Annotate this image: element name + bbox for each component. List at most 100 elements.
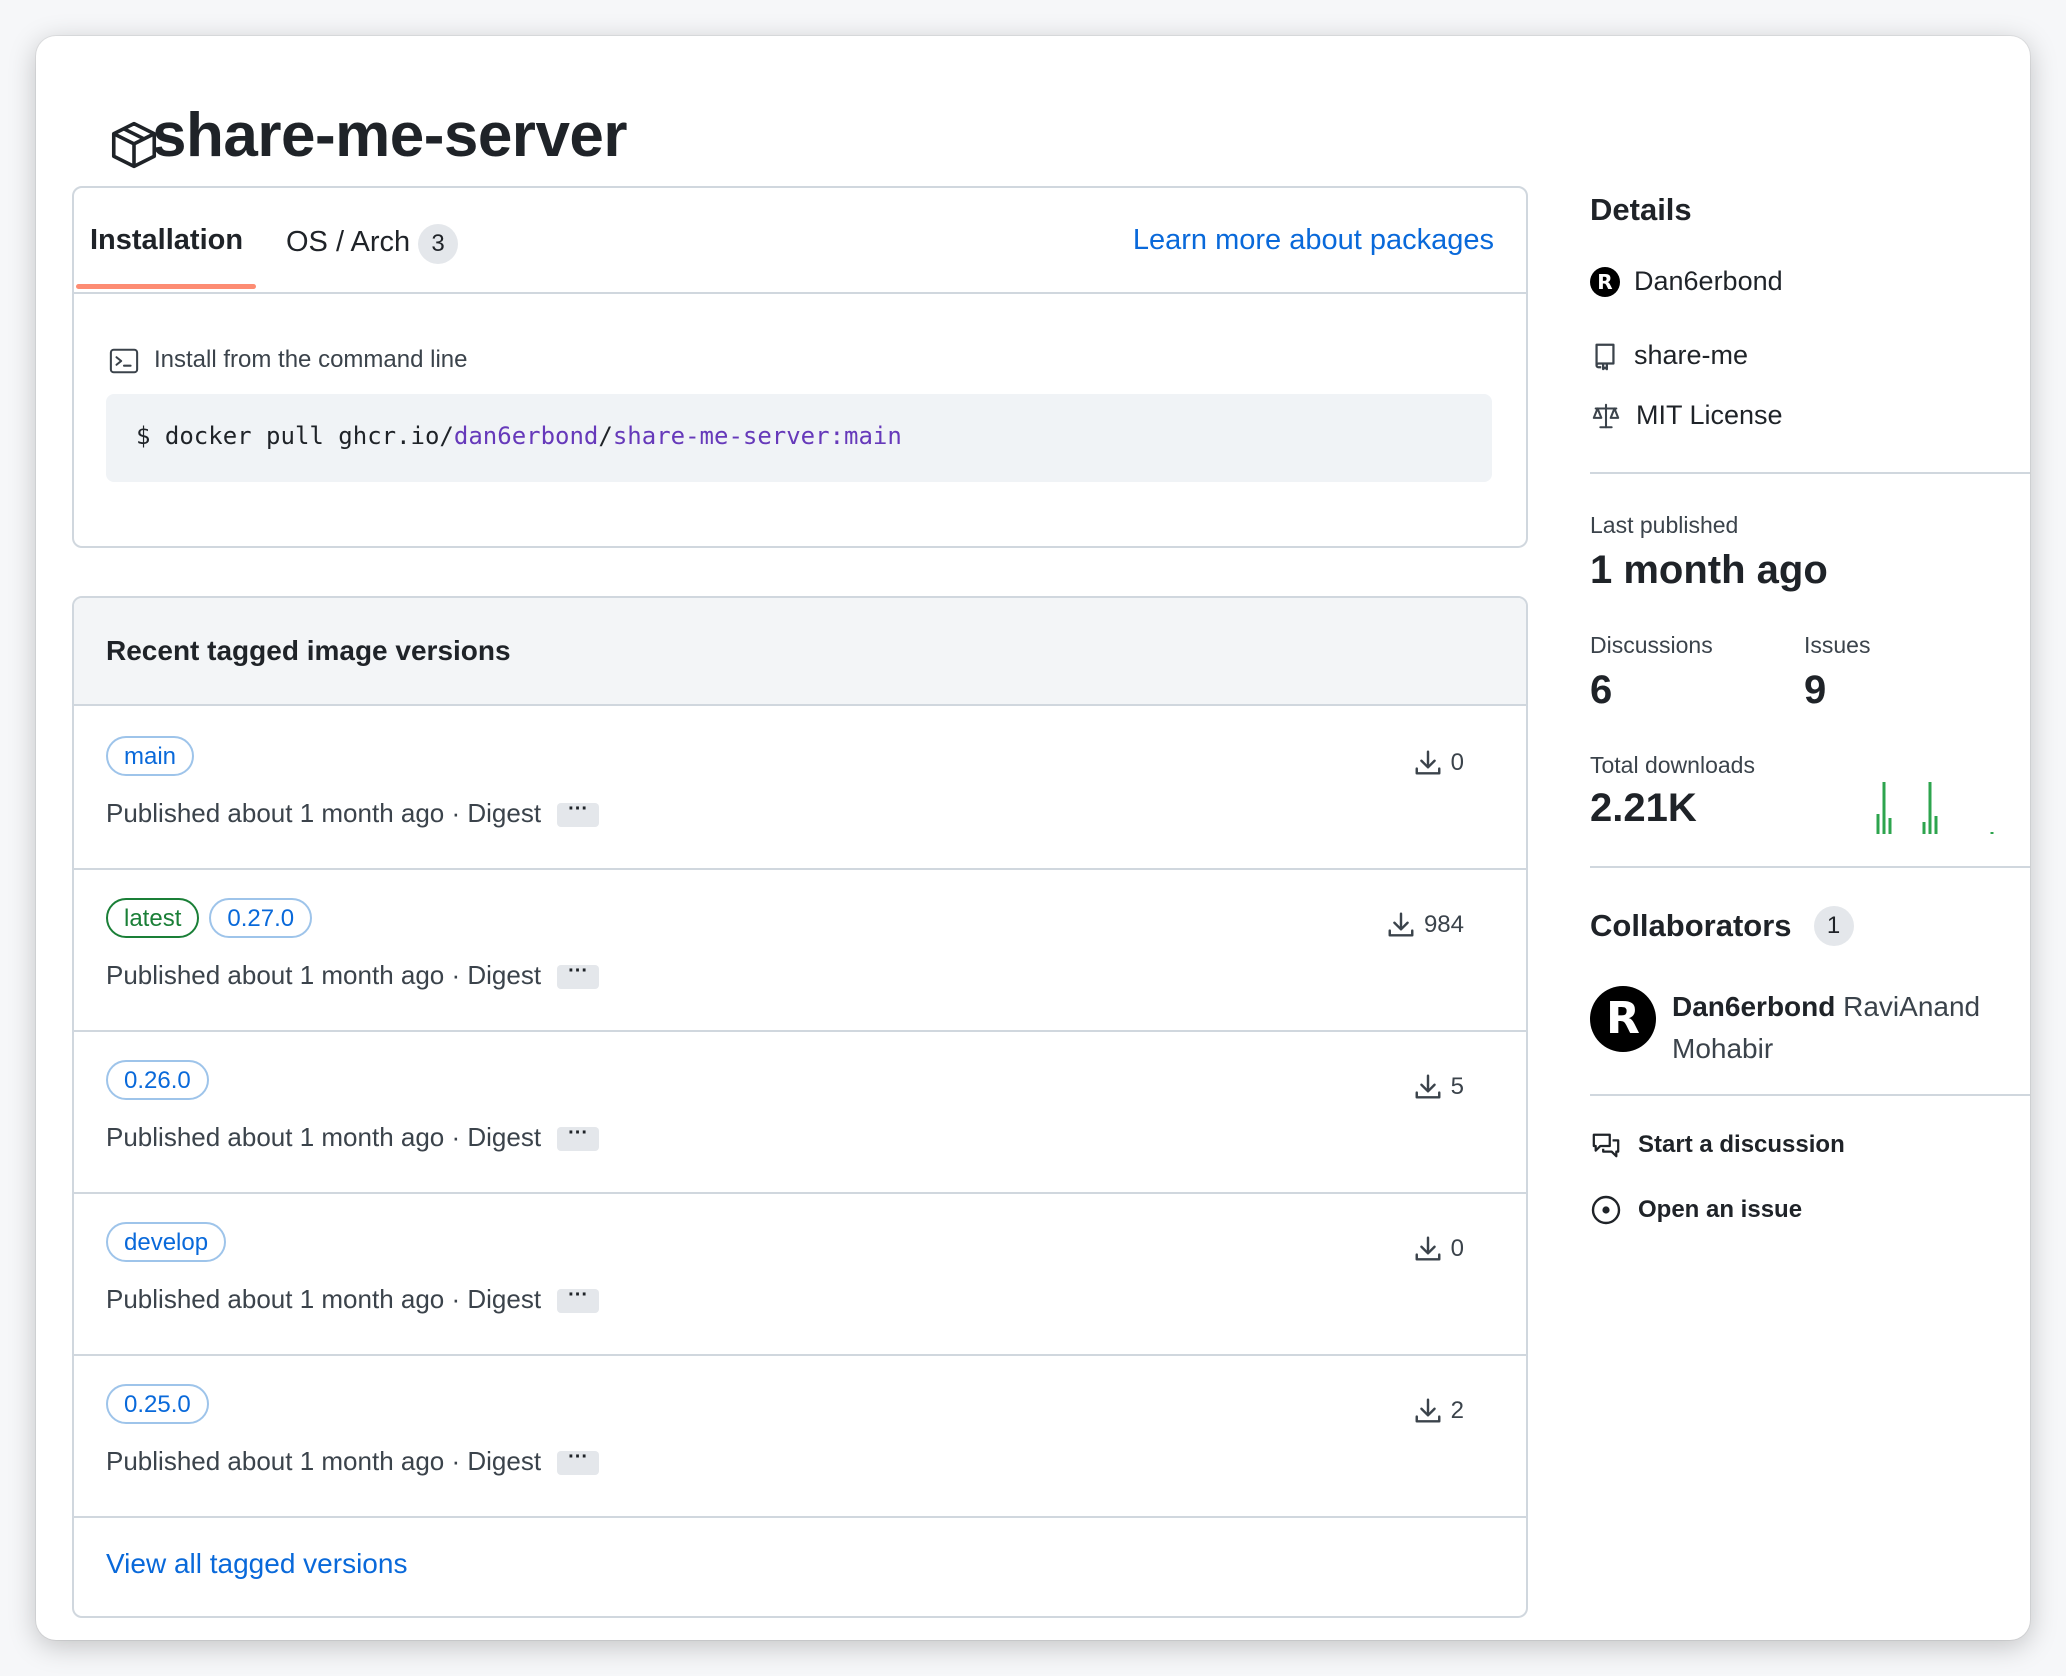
version-published-text: Published about 1 month ago · Digest [106, 960, 542, 990]
view-all-versions-link[interactable]: View all tagged versions [106, 1548, 407, 1580]
download-count: 2 [1450, 1397, 1464, 1424]
tab-active-underline [76, 284, 256, 289]
repository-link[interactable]: share-me [1590, 340, 1748, 371]
version-tags: latest 0.27.0 [106, 898, 313, 938]
comment-discussion-icon [1592, 1133, 1620, 1158]
owner-avatar: R [1590, 266, 1620, 297]
last-published-value: 1 month ago [1590, 548, 1828, 592]
version-tag[interactable]: 0.25.0 [106, 1384, 209, 1424]
collaborator-avatar: R [1590, 986, 1656, 1052]
owner-link[interactable]: R Dan6erbond [1590, 266, 1783, 297]
collaborator-username: Dan6erbond [1672, 991, 1836, 1022]
issue-opened-icon [1591, 1195, 1621, 1225]
version-row: main Published about 1 month ago · Diges… [74, 706, 1526, 870]
version-published: Published about 1 month ago · Digest ··· [106, 1446, 600, 1477]
repository-name: share-me [1634, 340, 1749, 370]
version-published: Published about 1 month ago · Digest ··· [106, 960, 600, 991]
version-published-text: Published about 1 month ago · Digest [106, 798, 542, 828]
package-page: share-me-server Installation OS / Arch 3 … [36, 36, 2030, 1640]
command-owner: dan6erbond [453, 422, 599, 450]
version-published-text: Published about 1 month ago · Digest [106, 1122, 542, 1152]
download-count: 0 [1450, 749, 1464, 776]
issues-label: Issues [1804, 632, 1871, 658]
versions-card: Recent tagged image versions main Publis… [72, 596, 1528, 1618]
details-heading: Details [1590, 192, 1692, 227]
download-count: 5 [1450, 1073, 1464, 1100]
tab-os-arch[interactable]: OS / Arch 3 [286, 224, 459, 264]
digest-expand-button[interactable]: ··· [557, 961, 600, 990]
divider [1590, 1094, 2030, 1096]
collaborator-fullname: RaviAnand [1843, 991, 1981, 1022]
version-tag[interactable]: 0.26.0 [106, 1060, 209, 1100]
total-downloads-value: 2.21K [1590, 786, 1697, 830]
downloads-sparkline [1876, 782, 1994, 834]
digest-expand-button[interactable]: ··· [557, 1285, 600, 1314]
version-published: Published about 1 month ago · Digest ··· [106, 798, 600, 829]
version-tags: develop [106, 1222, 227, 1262]
download-count: 984 [1423, 911, 1464, 938]
versions-title: Recent tagged image versions [106, 635, 511, 666]
version-row: 0.25.0 Published about 1 month ago · Dig… [74, 1354, 1526, 1518]
law-scale-icon [1592, 403, 1620, 428]
open-issue-label: Open an issue [1638, 1196, 1803, 1223]
install-command: $ docker pull ghcr.io/dan6erbond/share-m… [136, 422, 902, 450]
version-tags: 0.26.0 [106, 1060, 209, 1100]
collaborators-count: 1 [1813, 906, 1854, 946]
version-tag[interactable]: main [106, 736, 195, 776]
start-discussion-label: Start a discussion [1638, 1131, 1845, 1158]
version-downloads: 0 [1413, 1234, 1464, 1264]
download-icon [1388, 912, 1414, 937]
digest-expand-button[interactable]: ··· [557, 1447, 600, 1476]
license-name: MIT License [1636, 400, 1783, 430]
download-icon [1415, 750, 1441, 775]
version-row: latest 0.27.0 Published about 1 month ag… [74, 868, 1526, 1032]
version-tags: main [106, 736, 195, 776]
tab-installation[interactable]: Installation [90, 224, 243, 257]
command-prefix: $ docker pull ghcr.io/ [136, 422, 454, 450]
version-tag[interactable]: develop [106, 1222, 227, 1262]
divider [1590, 472, 2030, 474]
version-downloads: 984 [1386, 910, 1464, 940]
page-title: share-me-server [152, 101, 628, 170]
total-downloads-label: Total downloads [1590, 752, 1755, 778]
divider [1590, 866, 2030, 868]
collaborators-heading: Collaborators 1 [1590, 906, 1854, 946]
version-row: 0.26.0 Published about 1 month ago · Dig… [74, 1030, 1526, 1194]
install-command-box[interactable]: $ docker pull ghcr.io/dan6erbond/share-m… [106, 394, 1492, 482]
command-separator: / [598, 422, 613, 450]
collaborator-names: Dan6erbond RaviAnand Mohabir [1672, 986, 1980, 1070]
collaborator-item[interactable]: R Dan6erbond RaviAnand Mohabir [1590, 986, 1980, 1070]
issues-value[interactable]: 9 [1804, 668, 1826, 713]
install-label: Install from the command line [154, 346, 468, 373]
command-image: share-me-server:main [612, 422, 902, 450]
digest-expand-button[interactable]: ··· [557, 799, 600, 828]
digest-expand-button[interactable]: ··· [557, 1123, 600, 1152]
collaborator-fullname-continued: Mohabir [1672, 1033, 1774, 1064]
discussions-label: Discussions [1590, 632, 1713, 658]
version-published: Published about 1 month ago · Digest ··· [106, 1122, 600, 1153]
installation-card: Installation OS / Arch 3 Learn more about… [72, 186, 1528, 548]
license-link[interactable]: MIT License [1590, 400, 1783, 431]
open-issue-link[interactable]: Open an issue [1590, 1194, 1802, 1226]
last-published-label: Last published [1590, 512, 1739, 538]
collaborators-title: Collaborators [1590, 908, 1792, 943]
version-published: Published about 1 month ago · Digest ··· [106, 1284, 600, 1315]
download-icon [1415, 1398, 1441, 1423]
versions-header: Recent tagged image versions [74, 598, 1526, 706]
download-count: 0 [1450, 1235, 1464, 1262]
start-discussion-link[interactable]: Start a discussion [1590, 1130, 1845, 1160]
version-tag-latest[interactable]: latest [106, 898, 200, 938]
tab-bar: Installation OS / Arch 3 Learn more about… [74, 188, 1526, 294]
discussions-value[interactable]: 6 [1590, 668, 1612, 713]
version-tags: 0.25.0 [106, 1384, 209, 1424]
learn-more-link[interactable]: Learn more about packages [1133, 224, 1494, 257]
version-downloads: 5 [1413, 1072, 1464, 1102]
version-tag[interactable]: 0.27.0 [209, 898, 313, 938]
version-published-text: Published about 1 month ago · Digest [106, 1446, 542, 1476]
tab-os-arch-counter: 3 [418, 224, 459, 264]
tab-os-arch-label: OS / Arch [286, 226, 411, 258]
version-downloads: 0 [1413, 748, 1464, 778]
download-icon [1415, 1074, 1441, 1099]
owner-name: Dan6erbond [1634, 266, 1783, 296]
download-icon [1415, 1236, 1441, 1261]
